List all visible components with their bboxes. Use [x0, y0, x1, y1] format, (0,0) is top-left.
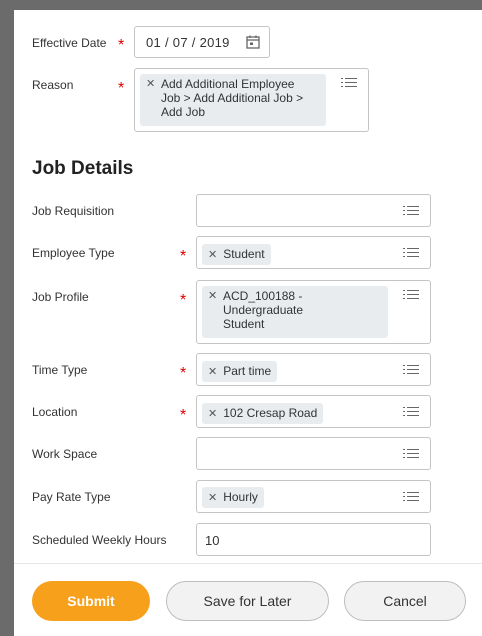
work-space-field[interactable] [196, 437, 431, 470]
employee-type-value: Student [223, 247, 265, 261]
list-icon[interactable] [403, 205, 419, 217]
time-type-label: Time Type [32, 363, 88, 377]
pay-rate-type-pill: ✕ Hourly [202, 487, 264, 508]
list-icon[interactable] [403, 247, 419, 259]
list-icon[interactable] [403, 289, 419, 301]
time-type-field[interactable]: ✕ Part time [196, 353, 431, 386]
location-label: Location [32, 405, 78, 419]
required-marker: * [118, 37, 125, 54]
close-icon[interactable]: ✕ [146, 77, 155, 91]
effective-date-value: 01 / 07 / 2019 [146, 35, 230, 50]
required-marker: * [180, 248, 187, 265]
job-profile-line: Undergraduate [223, 303, 304, 317]
close-icon[interactable]: ✕ [208, 249, 217, 261]
job-profile-pill: ✕ ACD_100188 - Undergraduate Student [202, 286, 388, 338]
list-icon[interactable] [403, 448, 419, 460]
time-type-pill: ✕ Part time [202, 361, 278, 382]
reason-line: Add Additional Employee [161, 77, 295, 91]
form-footer: Submit Save for Later Cancel [14, 563, 482, 636]
list-icon[interactable] [341, 77, 357, 89]
job-requisition-field[interactable] [196, 194, 431, 227]
location-value: 102 Cresap Road [223, 406, 318, 420]
required-marker: * [180, 407, 187, 424]
reason-label: Reason [32, 78, 74, 92]
reason-pill: ✕ Add Additional Employee Job > Add Addi… [140, 74, 326, 126]
job-profile-field[interactable]: ✕ ACD_100188 - Undergraduate Student [196, 280, 431, 344]
job-profile-line: Student [223, 317, 265, 331]
required-marker: * [118, 80, 125, 97]
scheduled-weekly-hours-input[interactable]: 10 [196, 523, 431, 556]
submit-button[interactable]: Submit [32, 581, 150, 621]
close-icon[interactable]: ✕ [208, 492, 217, 504]
list-icon[interactable] [403, 491, 419, 503]
work-space-label: Work Space [32, 447, 98, 461]
section-title: Job Details [32, 158, 134, 179]
reason-field[interactable]: ✕ Add Additional Employee Job > Add Addi… [134, 68, 369, 132]
close-icon[interactable]: ✕ [208, 366, 217, 378]
scheduled-weekly-hours-value: 10 [205, 533, 220, 548]
employee-type-field[interactable]: ✕ Student [196, 236, 431, 269]
close-icon[interactable]: ✕ [208, 408, 217, 420]
job-profile-label: Job Profile [32, 290, 89, 304]
reason-line: Job > Add Additional Job > [161, 91, 304, 105]
effective-date-label: Effective Date [32, 36, 107, 50]
edit-job-form: Effective Date * 01 / 07 / 2019 Reason *… [14, 10, 482, 636]
effective-date-field[interactable]: 01 / 07 / 2019 [134, 26, 270, 58]
reason-line: Add Job [161, 105, 206, 119]
employee-type-label: Employee Type [32, 246, 115, 260]
list-icon[interactable] [403, 406, 419, 418]
required-marker: * [180, 292, 187, 309]
save-for-later-button[interactable]: Save for Later [166, 581, 329, 621]
close-icon[interactable]: ✕ [208, 289, 217, 303]
required-marker: * [180, 365, 187, 382]
list-icon[interactable] [403, 364, 419, 376]
time-type-value: Part time [223, 364, 272, 378]
pay-rate-type-field[interactable]: ✕ Hourly [196, 480, 431, 513]
pay-rate-type-value: Hourly [223, 490, 258, 504]
job-requisition-label: Job Requisition [32, 204, 115, 218]
pay-rate-type-label: Pay Rate Type [32, 490, 111, 504]
scheduled-weekly-hours-label: Scheduled Weekly Hours [32, 533, 167, 547]
employee-type-pill: ✕ Student [202, 244, 271, 265]
location-field[interactable]: ✕ 102 Cresap Road [196, 395, 431, 428]
cancel-button[interactable]: Cancel [344, 581, 466, 621]
location-pill: ✕ 102 Cresap Road [202, 403, 324, 424]
job-profile-line: ACD_100188 - [223, 289, 303, 303]
calendar-icon[interactable] [245, 34, 261, 50]
